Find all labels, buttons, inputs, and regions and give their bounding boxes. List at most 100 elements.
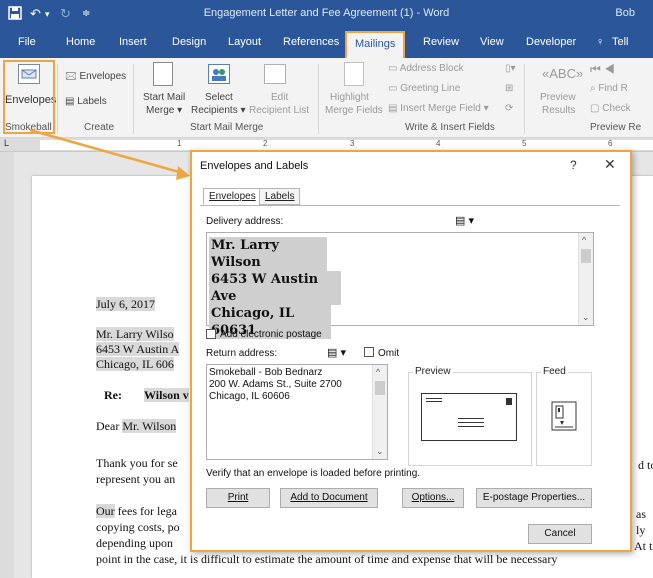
preview-results-group-label: Preview Re — [590, 122, 642, 133]
tab-layout[interactable]: Layout — [228, 36, 261, 48]
ruler-number: 3 — [350, 139, 355, 148]
preview-results-button[interactable]: Preview — [540, 92, 576, 103]
close-icon[interactable]: ✕ — [604, 156, 616, 173]
return-scrollbar[interactable]: ^ ⌄ — [372, 365, 387, 459]
letter-date: July 6, 2017 — [96, 297, 156, 311]
rules-icon[interactable]: ▯▾ — [505, 63, 516, 74]
tab-design[interactable]: Design — [172, 36, 206, 48]
tab-mailings[interactable]: Mailings — [345, 31, 406, 58]
create-group-label: Create — [84, 122, 115, 133]
tab-review[interactable]: Review — [423, 36, 459, 48]
envelope-preview-icon[interactable] — [421, 393, 517, 441]
tab-labels[interactable]: Labels — [259, 188, 301, 205]
omit-checkbox[interactable] — [364, 347, 374, 357]
delivery-address-text: Mr. Larry Wilson 6453 W Austin Ave Chica… — [207, 233, 593, 343]
edit-recipient-list-button[interactable]: Edit — [271, 92, 288, 103]
highlight-merge-fields-button[interactable]: Highlight — [330, 92, 369, 103]
address-book-icon[interactable]: ▤ ▾ — [455, 214, 474, 227]
tab-insert[interactable]: Insert — [119, 36, 147, 48]
feed-panel[interactable]: Feed — [536, 366, 592, 466]
match-fields-icon[interactable]: ⊞ — [505, 83, 513, 94]
letter-re-value: Wilson v — [144, 388, 189, 402]
print-button[interactable]: Print — [206, 488, 270, 508]
start-mail-merge-button[interactable]: Start Mail — [143, 92, 185, 103]
tab-developer[interactable]: Developer — [526, 36, 576, 48]
letter-paragraph-2-line-4: point in the case, it is difficult to es… — [96, 552, 558, 566]
address-block-button[interactable]: ▭ Address Block — [388, 63, 464, 74]
preview-return-line — [426, 401, 442, 402]
return-address-book-icon[interactable]: ▤ ▾ — [327, 346, 346, 359]
user-name[interactable]: Bob — [615, 7, 635, 19]
find-recipient-button[interactable]: ⌕ Find R — [590, 83, 628, 94]
ruler-number: 6 — [608, 139, 613, 148]
feed-label: Feed — [541, 366, 568, 377]
delivery-scrollbar[interactable]: ^ ⌄ — [578, 233, 593, 325]
scroll-down-icon[interactable]: ⌄ — [582, 312, 590, 323]
return-address-text: Smokeball - Bob Bednarz 200 W. Adams St.… — [207, 365, 387, 405]
select-recipients-button[interactable]: Select — [205, 92, 233, 103]
start-mail-merge-button-line2[interactable]: Merge ▾ — [146, 105, 182, 116]
verify-message: Verify that an envelope is loaded before… — [206, 468, 421, 479]
return-address-field[interactable]: Smokeball - Bob Bednarz 200 W. Adams St.… — [206, 364, 388, 460]
add-electronic-postage-checkbox[interactable] — [206, 329, 216, 339]
stamp-icon — [506, 398, 512, 405]
group-divider — [57, 64, 58, 134]
letter-paragraph-1-line-1: Thank you for se — [96, 456, 178, 470]
dialog-title: Envelopes and Labels — [200, 160, 309, 172]
ruler-number: 1 — [177, 139, 182, 148]
tab-file[interactable]: File — [18, 36, 36, 48]
letter-paragraph-2-line-3: depending upon — [96, 536, 173, 550]
scroll-up-icon[interactable]: ^ — [582, 235, 586, 245]
first-record-icon[interactable]: ⏮ ◀ — [590, 62, 615, 77]
lightbulb-icon[interactable]: ♀ — [596, 36, 604, 48]
delivery-line: 6453 W Austin Ave — [209, 271, 341, 305]
preview-panel[interactable]: Preview — [408, 366, 532, 466]
ruler-number: 2 — [263, 139, 268, 148]
scroll-down-icon[interactable]: ⌄ — [376, 446, 384, 457]
labels-button[interactable]: ▤ Labels — [65, 96, 107, 107]
envelope-small-icon: 🖂 — [65, 71, 77, 82]
check-errors-button[interactable]: ▢ Check — [590, 103, 631, 114]
ruler-number: 5 — [522, 139, 527, 148]
letter-paragraph-1-right: d to — [638, 458, 653, 472]
help-button[interactable]: ? — [570, 158, 577, 172]
tab-tell-me[interactable]: Tell — [612, 36, 629, 48]
e-postage-properties-button[interactable]: E-postage Properties... — [476, 488, 592, 508]
preview-results-button-line2[interactable]: Results — [542, 105, 575, 116]
write-insert-group-label: Write & Insert Fields — [405, 122, 495, 133]
add-to-document-button[interactable]: Add to Document — [280, 488, 378, 508]
scroll-thumb[interactable] — [581, 249, 591, 263]
greeting-line-button[interactable]: ▭ Greeting Line — [388, 83, 460, 94]
scroll-up-icon[interactable]: ^ — [376, 367, 380, 377]
group-divider — [318, 64, 319, 134]
letter-paragraph-2-line-2: copying costs, po — [96, 520, 180, 534]
select-recipients-button-line2[interactable]: Recipients ▾ — [191, 105, 246, 116]
title-bar: ↶ ▾ ↻ ≑ Engagement Letter and Fee Agreem… — [0, 0, 653, 28]
tab-home[interactable]: Home — [66, 36, 95, 48]
tab-envelopes[interactable]: Envelopes — [203, 188, 262, 205]
word-window: ↶ ▾ ↻ ≑ Engagement Letter and Fee Agreem… — [0, 0, 653, 578]
edit-list-icon — [264, 64, 286, 84]
feed-tray-icon[interactable] — [551, 401, 577, 431]
return-line: Smokeball - Bob Bednarz — [209, 367, 323, 378]
letter-address-line-3: Chicago, IL 606 — [96, 357, 174, 371]
insert-merge-field-button[interactable]: ▤ Insert Merge Field ▾ — [388, 103, 489, 114]
highlight-merge-fields-button-line2[interactable]: Merge Fields — [325, 105, 383, 116]
update-labels-icon[interactable]: ⟳ — [505, 103, 513, 114]
options-button[interactable]: Options... — [402, 488, 464, 508]
letter-re-label: Re: — [104, 388, 122, 402]
tab-references[interactable]: References — [283, 36, 339, 48]
scroll-thumb[interactable] — [375, 381, 385, 395]
return-address-label: Return address: — [206, 348, 278, 359]
group-divider — [133, 64, 134, 134]
cancel-button[interactable]: Cancel — [528, 524, 592, 544]
envelopes-button[interactable]: 🖂 Envelopes — [65, 69, 126, 86]
edit-recipient-list-button-line2[interactable]: Recipient List — [249, 105, 309, 116]
return-line: 200 W. Adams St., Suite 2700 — [209, 379, 342, 390]
highlight-fields-icon — [344, 62, 364, 86]
tab-selector-icon[interactable]: L — [4, 138, 9, 148]
labels-icon: ▤ — [65, 96, 75, 107]
tab-view[interactable]: View — [480, 36, 504, 48]
delivery-address-field[interactable]: Mr. Larry Wilson 6453 W Austin Ave Chica… — [206, 232, 594, 339]
group-divider — [524, 64, 525, 134]
